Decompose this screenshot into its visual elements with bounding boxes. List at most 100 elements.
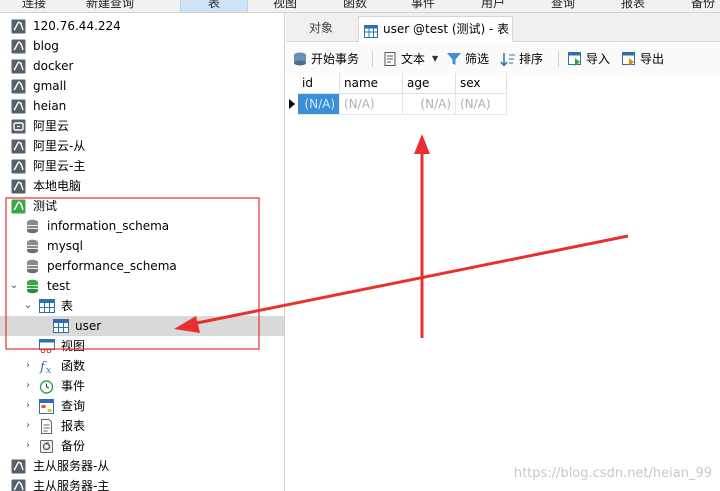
chevron-right-icon[interactable]: ›	[23, 376, 33, 396]
menu-report-button[interactable]: 报表	[610, 0, 656, 12]
mysql-connection-icon	[11, 179, 26, 194]
tree-connection[interactable]: 主从服务器-从	[0, 456, 284, 476]
tree-node-function[interactable]: › f x 函数	[0, 356, 284, 376]
tree-node-tables[interactable]: ⌄ 表	[0, 296, 284, 316]
mysql-connection-open-icon	[11, 199, 26, 214]
tree-database[interactable]: performance_schema	[0, 256, 284, 276]
tree-connection[interactable]: 阿里云	[0, 116, 284, 136]
export-icon	[621, 51, 637, 67]
tree-connection[interactable]: 阿里云-主	[0, 156, 284, 176]
chevron-right-icon[interactable]: ›	[23, 356, 33, 376]
tab-user-table-label: user @test (测试) - 表	[383, 22, 510, 36]
chevron-right-icon[interactable]: ›	[23, 436, 33, 456]
mysql-connection-icon	[11, 159, 26, 174]
menu-table-button[interactable]: 表	[180, 0, 248, 12]
import-label: 导入	[586, 52, 611, 66]
column-header-id[interactable]: id	[298, 73, 340, 94]
menu-event-button[interactable]: 事件	[400, 0, 446, 12]
svg-text:x: x	[46, 366, 51, 374]
column-header-age[interactable]: age	[403, 73, 456, 94]
chevron-right-icon[interactable]: ›	[23, 416, 33, 436]
tree-connection[interactable]: 本地电脑	[0, 176, 284, 196]
filter-funnel-icon	[446, 51, 462, 67]
tree-connection[interactable]: 主从服务器-主	[0, 476, 284, 491]
begin-transaction-label: 开始事务	[311, 52, 360, 66]
tree-table-user[interactable]: user	[0, 316, 284, 336]
text-view-button[interactable]: 文本 ▼	[382, 49, 440, 69]
mysql-connection-icon	[11, 139, 26, 154]
tab-objects[interactable]: 对象	[286, 16, 356, 42]
menu-backup-button[interactable]: 备份	[680, 0, 720, 12]
tree-item-label: 事件	[61, 379, 86, 393]
tree-node-report[interactable]: › 报表	[0, 416, 284, 436]
mysql-connection-icon	[11, 19, 26, 34]
chevron-down-icon[interactable]: ⌄	[23, 296, 33, 316]
menu-view-button[interactable]: 视图	[262, 0, 308, 12]
tree-connection[interactable]: 阿里云-从	[0, 136, 284, 156]
tree-item-label: 表	[61, 299, 74, 313]
sort-button[interactable]: 排序	[500, 49, 550, 69]
tree-connection[interactable]: gmall	[0, 76, 284, 96]
grid-cell[interactable]: (N/A)	[456, 94, 507, 115]
database-icon	[25, 259, 40, 274]
menu-query-button[interactable]: 查询	[540, 0, 586, 12]
tree-item-label: 备份	[61, 439, 86, 453]
tree-item-label: 阿里云-从	[33, 139, 86, 153]
mysql-connection-icon	[11, 459, 26, 474]
tree-item-label: 主从服务器-主	[33, 479, 110, 491]
sort-label: 排序	[519, 52, 544, 66]
tree-connection[interactable]: blog	[0, 36, 284, 56]
tree-node-query[interactable]: › 查询	[0, 396, 284, 416]
navicat-window: 连接 新建查询 表 视图 函数 事件 用户 查询 报表 备份 120.76.44…	[0, 0, 720, 491]
table-editor-pane: 对象 user @test (测试) - 表 开始事务 文本 ▼ 筛选 排序 导…	[286, 13, 720, 491]
menu-new-query-button[interactable]: 新建查询	[80, 0, 140, 12]
menu-connect-button[interactable]: 连接	[10, 0, 58, 12]
backup-icon	[39, 439, 54, 454]
chevron-down-icon[interactable]: ⌄	[9, 276, 19, 296]
main-toolbar: 连接 新建查询 表 视图 函数 事件 用户 查询 报表 备份	[0, 0, 720, 13]
sort-icon	[500, 51, 516, 67]
connection-tree: 120.76.44.224 blog docker gmall heian 阿里云阿里云-…	[0, 13, 285, 491]
begin-transaction-button[interactable]: 开始事务	[292, 49, 366, 69]
tree-connection-open[interactable]: 测试	[0, 196, 284, 216]
tree-item-label: docker	[33, 59, 74, 73]
tree-item-label: 阿里云-主	[33, 159, 86, 173]
filter-button[interactable]: 筛选	[446, 49, 494, 69]
menu-function-button[interactable]: 函数	[332, 0, 378, 12]
grid-cell[interactable]: (N/A)	[298, 94, 340, 115]
mysql-connection-icon	[11, 59, 26, 74]
tree-node-backup[interactable]: › 备份	[0, 436, 284, 456]
tree-database-open[interactable]: ⌄ test	[0, 276, 284, 296]
filter-label: 筛选	[465, 52, 490, 66]
column-header-name[interactable]: name	[340, 73, 403, 94]
tree-database[interactable]: mysql	[0, 236, 284, 256]
column-header-sex[interactable]: sex	[456, 73, 507, 94]
tree-connection[interactable]: 120.76.44.224	[0, 16, 284, 36]
tree-item-label: heian	[33, 99, 67, 113]
tab-user-table[interactable]: user @test (测试) - 表	[358, 16, 513, 42]
tree-node-view[interactable]: 视图	[0, 336, 284, 356]
watermark: https://blog.csdn.net/heian_99	[513, 466, 712, 481]
tree-node-event-clock[interactable]: › 事件	[0, 376, 284, 396]
tree-database[interactable]: information_schema	[0, 216, 284, 236]
tree-item-label: 阿里云	[33, 119, 70, 133]
tree-connection[interactable]: heian	[0, 96, 284, 116]
mysql-connection-icon	[11, 39, 26, 54]
grid-cell[interactable]: (N/A)	[403, 94, 456, 115]
tree-item-label: 报表	[61, 419, 86, 433]
tree-item-label: 本地电脑	[33, 179, 82, 193]
chevron-right-icon[interactable]: ›	[23, 396, 33, 416]
tree-item-label: test	[47, 279, 71, 293]
tree-connection[interactable]: docker	[0, 56, 284, 76]
database-icon	[25, 239, 40, 254]
import-button[interactable]: 导入	[567, 49, 615, 69]
table-icon	[53, 319, 69, 334]
aliyun-connection-icon	[11, 119, 26, 134]
tree-item-label: gmall	[33, 79, 67, 93]
grid-cell[interactable]: (N/A)	[340, 94, 403, 115]
menu-user-button[interactable]: 用户	[470, 0, 516, 12]
export-button[interactable]: 导出	[621, 49, 669, 69]
tree-item-label: user	[75, 319, 102, 333]
tree-item-label: 120.76.44.224	[33, 19, 121, 33]
tree-item-label: 查询	[61, 399, 86, 413]
